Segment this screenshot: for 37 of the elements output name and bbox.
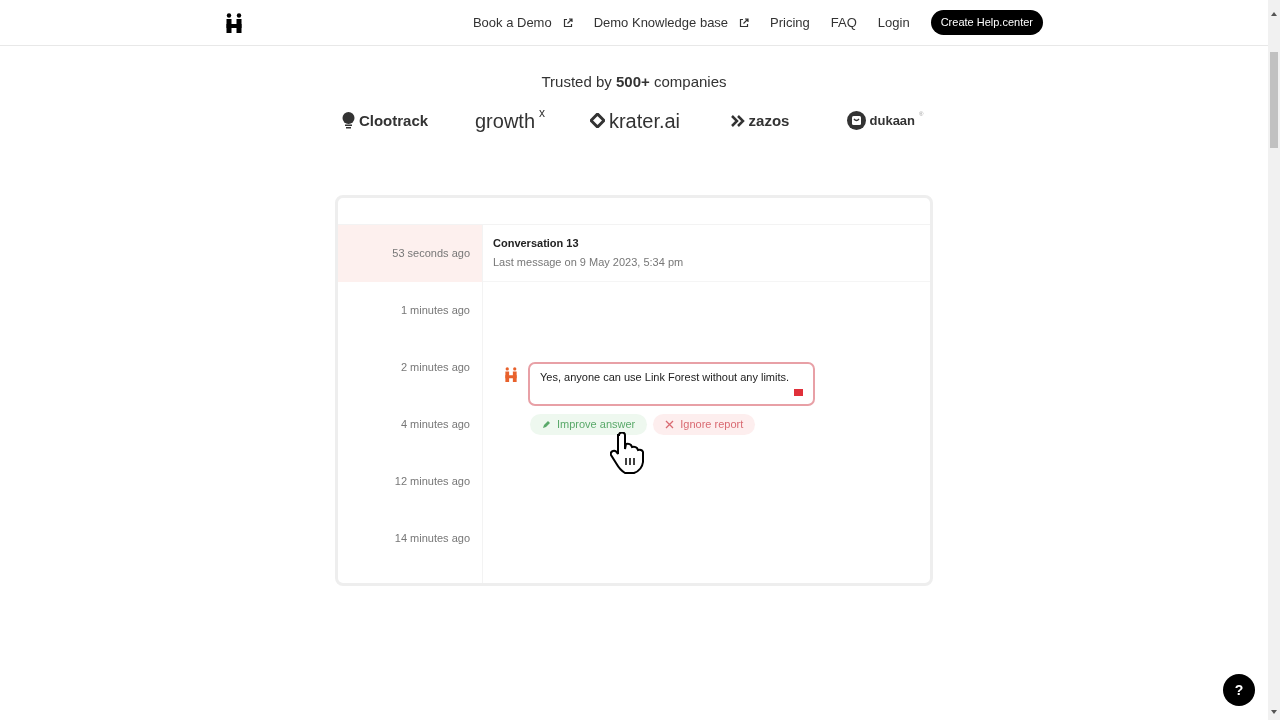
external-link-icon [739, 17, 750, 28]
conversation-time-item[interactable]: 53 seconds ago [338, 224, 482, 282]
conversation-time-item[interactable]: 1 minutes ago [338, 281, 482, 339]
bulb-icon [341, 112, 355, 129]
logo-icon [225, 12, 243, 33]
diamond-icon [589, 113, 605, 128]
nav-link[interactable]: Demo Knowledge base [593, 12, 750, 33]
conversation-time-item[interactable]: 12 minutes ago [338, 452, 482, 510]
conversation-time-item[interactable]: 14 minutes ago [338, 509, 482, 567]
answer-text: Yes, anyone can use Link Forest without any limits. [540, 369, 791, 385]
external-link-icon [562, 17, 573, 28]
trusted-heading: Trusted by 500+ companies [541, 72, 727, 92]
company-logo: growth [475, 110, 535, 131]
conversation-subtitle: Last message on 9 May 2023, 5:34 pm [493, 255, 685, 270]
logo-superscript: x [539, 106, 545, 119]
flag-icon [794, 389, 803, 396]
nav-link[interactable]: Pricing [770, 12, 810, 33]
ignore-report-button[interactable]: Ignore report [653, 413, 756, 435]
close-icon [665, 419, 675, 429]
conversation-title: Conversation 13 [493, 235, 580, 251]
company-logo: dukaan [869, 114, 916, 127]
hand-cursor-icon [610, 431, 646, 475]
company-logo: Clootrack [358, 113, 429, 128]
help-button[interactable]: ? [1223, 674, 1255, 706]
chevrons-icon [730, 114, 745, 127]
pencil-icon [542, 419, 551, 429]
create-help-center-button[interactable]: Create Help.center [930, 10, 1043, 35]
conversation-time-item[interactable]: 2 minutes ago [338, 338, 482, 396]
nav-link[interactable]: Book a Demo [472, 12, 573, 33]
improve-answer-button[interactable]: Improve answer [530, 413, 648, 435]
company-logo: krater.ai [608, 110, 681, 131]
nav-link[interactable]: Login [877, 12, 910, 33]
logo-icon [504, 366, 518, 382]
company-logo: zazos [748, 113, 790, 128]
bag-icon [846, 111, 866, 130]
nav-link[interactable]: FAQ [830, 12, 857, 33]
conversation-time-item[interactable]: 4 minutes ago [338, 395, 482, 453]
